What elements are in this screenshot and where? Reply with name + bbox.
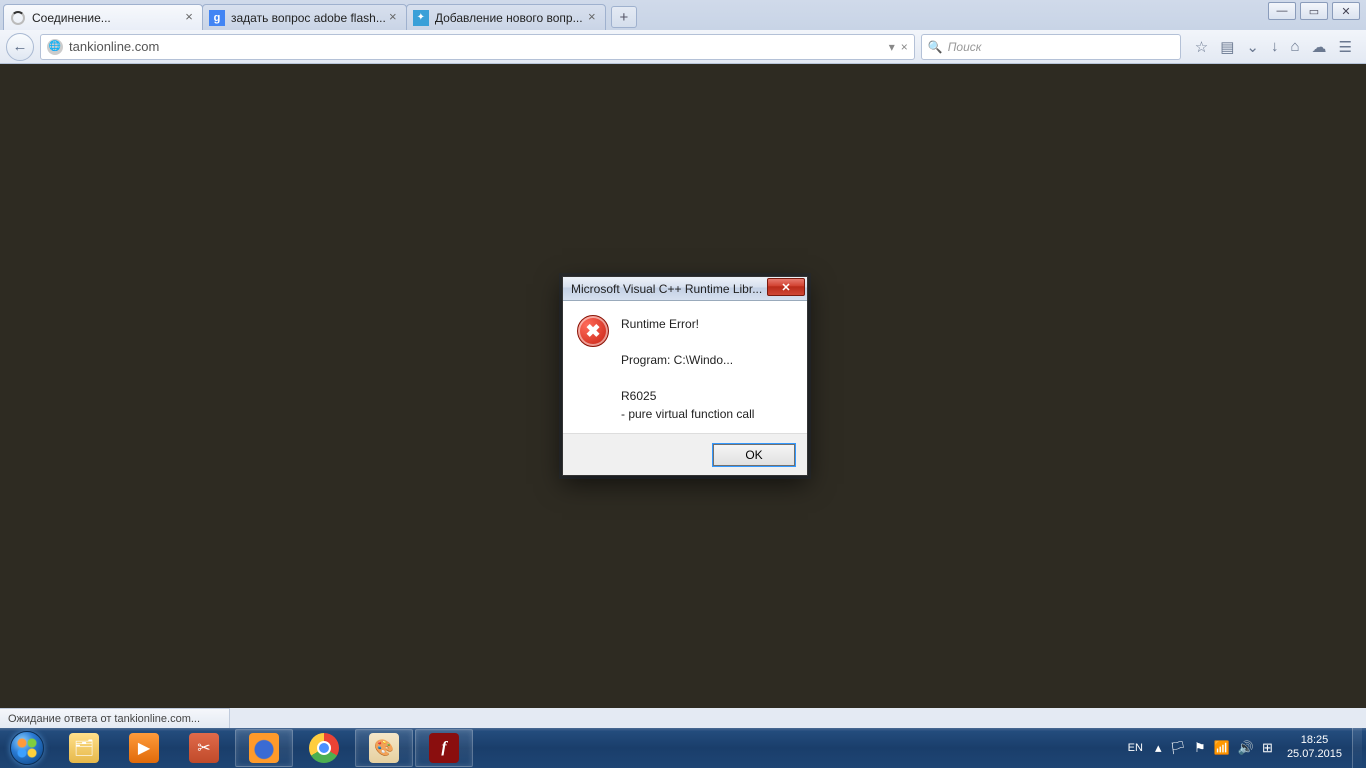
error-dialog: Microsoft Visual C++ Runtime Libr... ✕ ✖… [562,276,808,476]
tray-flag-icon[interactable]: 🏳 [1165,740,1190,756]
tab-google[interactable]: g задать вопрос adobe flash... × [202,4,407,30]
firefox-icon [249,733,279,763]
google-icon: g [209,10,225,26]
pocket-icon[interactable]: ⌄ [1246,38,1259,56]
media-player-icon: ▶ [129,733,159,763]
status-text: Ожидание ответа от tankionline.com... [8,713,200,725]
start-button[interactable] [0,728,54,768]
windows-orb-icon [10,731,44,765]
url-text: tankionline.com [69,39,889,54]
site-icon: ✦ [413,10,429,26]
close-window-button[interactable]: ✕ [1332,2,1360,20]
taskbar-flash[interactable]: f [415,729,473,767]
tab-label: Добавление нового вопр... [435,11,585,25]
tab-active[interactable]: Соединение... × [3,4,203,30]
search-bar[interactable]: 🔍 Поиск [921,34,1181,60]
language-indicator[interactable]: EN [1120,742,1151,754]
taskbar-firefox[interactable] [235,729,293,767]
search-placeholder: Поиск [948,40,982,54]
menu-icon[interactable]: ☰ [1339,38,1352,56]
dialog-message: Runtime Error! Program: C:\Windo... R602… [621,315,754,423]
new-tab-button[interactable]: + [611,6,637,28]
reader-icon[interactable]: ▤ [1220,38,1234,56]
dialog-titlebar[interactable]: Microsoft Visual C++ Runtime Libr... ✕ [563,277,807,301]
tab-strip: Соединение... × g задать вопрос adobe fl… [0,0,1366,30]
dialog-body: ✖ Runtime Error! Program: C:\Windo... R6… [563,301,807,433]
maximize-button[interactable]: ▭ [1300,2,1328,20]
tab-label: задать вопрос adobe flash... [231,11,386,25]
close-icon[interactable]: × [386,11,400,25]
clock-date: 25.07.2015 [1287,748,1342,762]
status-bar: Ожидание ответа от tankionline.com... [0,708,230,728]
ok-button[interactable]: OK [713,444,795,466]
taskbar-media-player[interactable]: ▶ [115,729,173,767]
tray-security-icon[interactable]: ⚑ [1190,740,1210,756]
bookmark-icon[interactable]: ☆ [1195,38,1208,56]
downloads-icon[interactable]: ↓ [1271,38,1279,56]
dialog-close-button[interactable]: ✕ [767,278,805,296]
tab-question[interactable]: ✦ Добавление нового вопр... × [406,4,606,30]
taskbar-chrome[interactable] [295,729,353,767]
tab-label: Соединение... [32,11,182,25]
tray-volume-icon[interactable]: 🔊 [1234,740,1258,756]
chat-icon[interactable]: ☁ [1312,38,1327,56]
system-tray: EN ▴ 🏳 ⚑ 📶 🔊 ⊞ 18:25 25.07.2015 [1120,728,1366,768]
error-icon: ✖ [577,315,609,347]
tray-action-center-icon[interactable]: ⊞ [1258,740,1277,756]
address-bar[interactable]: 🌐 tankionline.com ▾ × [40,34,915,60]
taskbar: 🗂 ▶ ✂ f EN ▴ 🏳 ⚑ 📶 🔊 ⊞ 18:25 25.07.2015 [0,728,1366,768]
url-right: ▾ × [889,40,908,54]
nav-toolbar: ← 🌐 tankionline.com ▾ × 🔍 Поиск ☆ ▤ ⌄ ↓ … [0,30,1366,64]
tray-network-icon[interactable]: 📶 [1210,740,1234,756]
snipping-icon: ✂ [189,733,219,763]
flash-icon: f [429,733,459,763]
close-icon[interactable]: × [182,11,196,25]
taskbar-explorer[interactable]: 🗂 [55,729,113,767]
globe-icon: 🌐 [47,39,63,55]
taskbar-paint[interactable] [355,729,413,767]
window-controls: ― ▭ ✕ [1268,2,1360,20]
show-desktop-button[interactable] [1352,728,1362,768]
close-icon[interactable]: × [585,11,599,25]
minimize-button[interactable]: ― [1268,2,1296,20]
tray-chevron-icon[interactable]: ▴ [1151,740,1166,756]
toolbar-icons: ☆ ▤ ⌄ ↓ ⌂ ☁ ☰ [1187,38,1360,56]
dialog-footer: OK [563,433,807,475]
clock-time: 18:25 [1287,734,1342,748]
chrome-icon [309,733,339,763]
explorer-icon: 🗂 [69,733,99,763]
loading-icon [10,10,26,26]
search-icon: 🔍 [928,40,943,54]
back-button[interactable]: ← [6,33,34,61]
clock[interactable]: 18:25 25.07.2015 [1277,734,1352,762]
stop-icon[interactable]: × [901,40,908,54]
paint-icon [369,733,399,763]
home-icon[interactable]: ⌂ [1290,38,1299,56]
dropdown-icon[interactable]: ▾ [889,40,895,54]
taskbar-snipping[interactable]: ✂ [175,729,233,767]
